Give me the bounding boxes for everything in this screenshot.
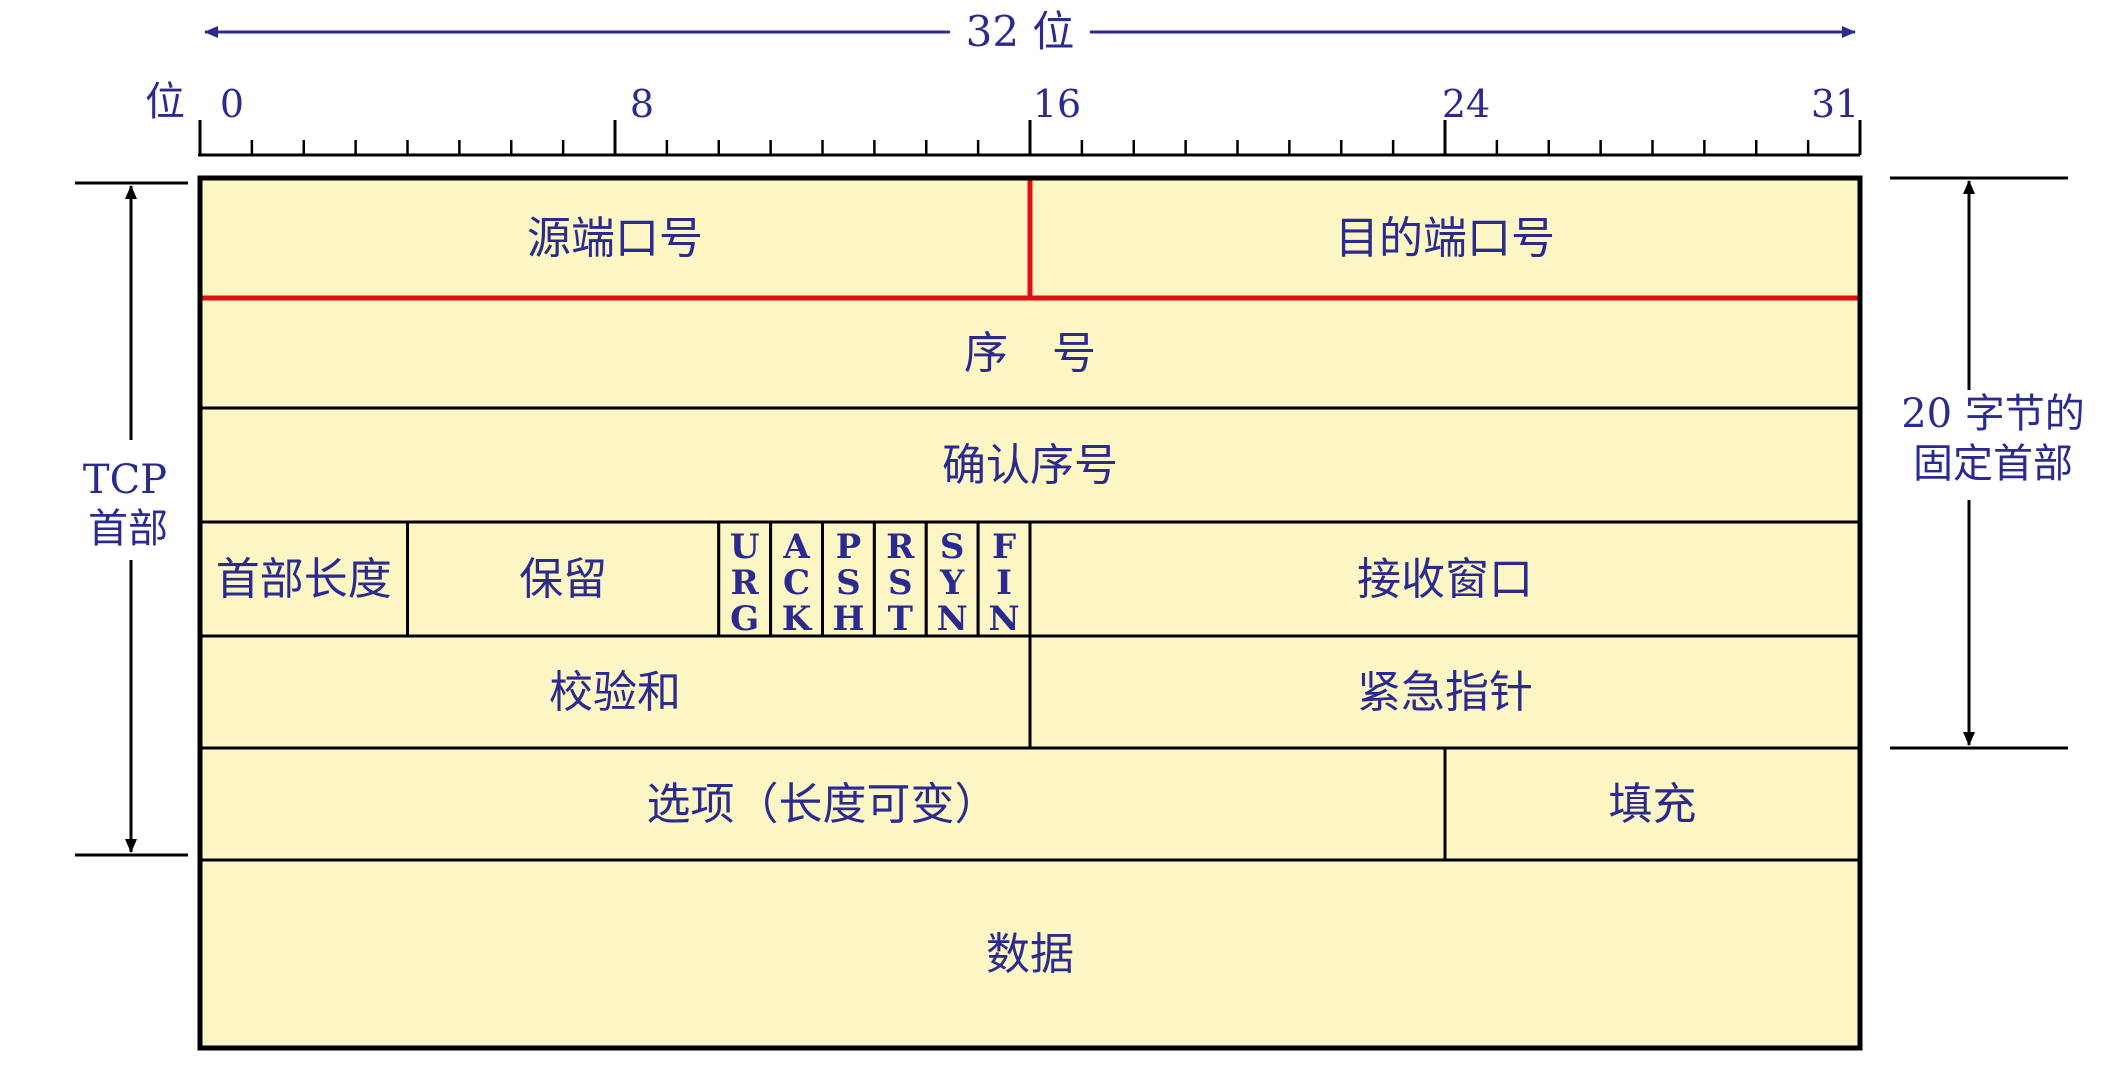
bit-axis: 位 0 8 16 24 31 xyxy=(145,79,1862,157)
urg-flag-letter-3: G xyxy=(730,599,759,639)
field-label-序号: 序 号 xyxy=(964,328,1096,379)
psh-flag-letter-1: P xyxy=(836,527,862,567)
field-label-紧急指针: 紧急指针 xyxy=(1357,667,1533,718)
field-label-源端口号: 源端口号 xyxy=(527,213,703,264)
ack-flag-letter-1: A xyxy=(782,527,810,567)
bit-axis-label: 位 xyxy=(145,79,185,125)
field-label-选项长度可变: 选项（长度可变） xyxy=(647,779,999,830)
field-label-接收窗口: 接收窗口 xyxy=(1357,554,1533,605)
bit-tick-label-31: 31 xyxy=(1811,82,1859,126)
psh-flag-letter-2: S xyxy=(836,563,861,603)
field-label-目的端口号: 目的端口号 xyxy=(1335,213,1555,264)
tcp-header-diagram: 32 位 位 0 8 16 24 31 TCP 首部 20 字节的 固定首部 源… xyxy=(75,7,2085,1051)
ack-flag-letter-2: C xyxy=(783,563,810,603)
fixed-header-brace: 20 字节的 固定首部 xyxy=(1890,176,2085,750)
syn-flag-letter-1: S xyxy=(940,527,965,567)
bit-tick-label-0: 0 xyxy=(220,82,244,126)
fixed-header-label-line1: 20 字节的 xyxy=(1901,391,2085,437)
tcp-header-label-line2: 首部 xyxy=(88,506,168,552)
field-label-确认序号: 确认序号 xyxy=(942,440,1118,491)
width-indicator: 32 位 xyxy=(204,7,1856,56)
fin-flag-letter-2: I xyxy=(996,563,1012,603)
header-field-grid: 源端口号 目的端口号序 号确认序号首部长度 保留URGACKPSHRSTSYNFIN… xyxy=(197,175,1863,1050)
bit-axis-ticks xyxy=(198,120,1862,155)
syn-flag-letter-3: N xyxy=(937,599,968,639)
bit-tick-label-8: 8 xyxy=(630,82,654,126)
rst-flag-letter-3: T xyxy=(888,599,913,639)
urg-flag-letter-2: R xyxy=(731,563,760,603)
rst-flag-letter-1: R xyxy=(886,527,915,567)
field-label-校验和: 校验和 xyxy=(549,667,681,718)
field-label-保留: 保留 xyxy=(519,554,607,605)
tcp-header-brace: TCP 首部 xyxy=(75,181,188,857)
fin-flag-letter-3: N xyxy=(989,599,1020,639)
tcp-header-label-line1: TCP xyxy=(83,457,167,503)
width-label: 32 位 xyxy=(966,7,1075,56)
field-label-填充: 填充 xyxy=(1609,779,1697,830)
syn-flag-letter-2: Y xyxy=(939,563,965,603)
ack-flag-letter-3: K xyxy=(782,599,813,639)
field-label-首部长度: 首部长度 xyxy=(216,554,392,605)
bit-tick-label-24: 24 xyxy=(1442,82,1490,126)
field-label-数据: 数据 xyxy=(986,929,1074,980)
psh-flag-letter-3: H xyxy=(832,599,864,639)
fin-flag-letter-1: F xyxy=(992,527,1016,567)
urg-flag-letter-1: U xyxy=(730,527,760,567)
bit-tick-label-16: 16 xyxy=(1033,82,1081,126)
fixed-header-label-line2: 固定首部 xyxy=(1913,441,2073,487)
rst-flag-letter-2: S xyxy=(888,563,913,603)
